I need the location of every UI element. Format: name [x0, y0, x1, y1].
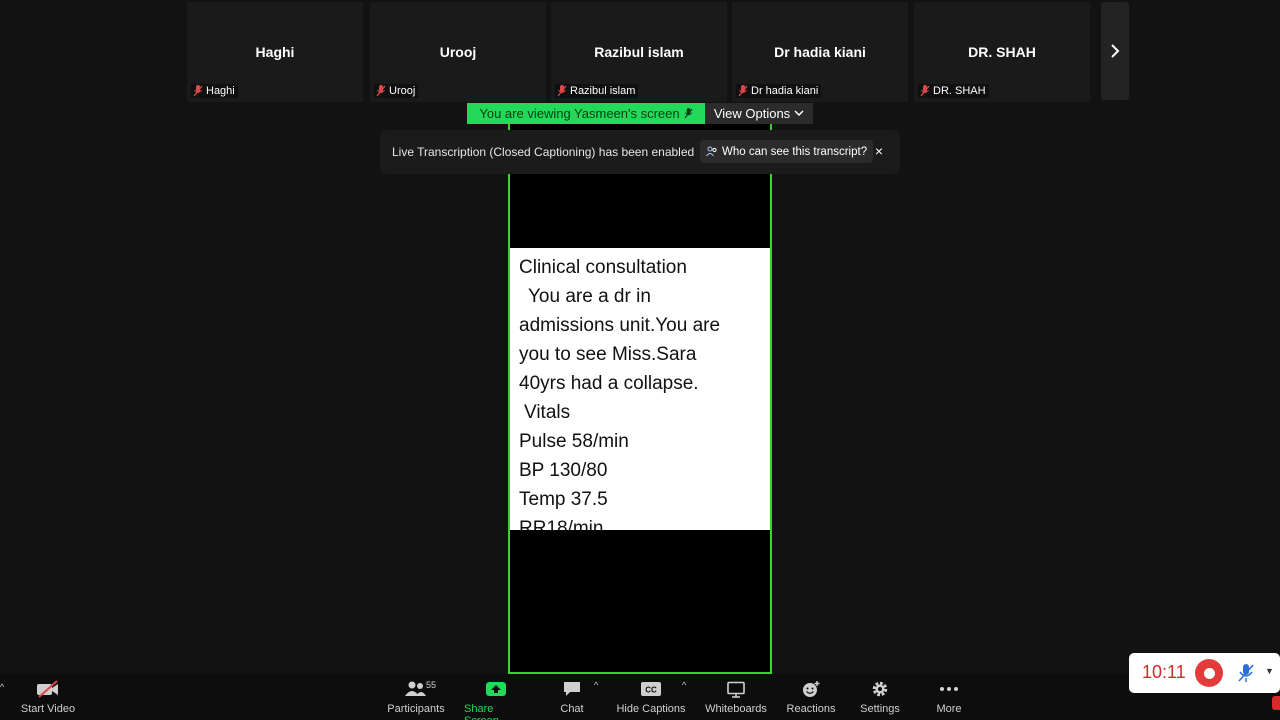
people-icon [706, 146, 717, 157]
participant-tile-haghi[interactable]: Haghi Haghi [187, 2, 363, 102]
participant-name: Razibul islam [594, 44, 684, 60]
participant-label: Haghi [191, 84, 238, 98]
record-button[interactable] [1195, 659, 1223, 687]
participant-label: Urooj [374, 84, 419, 98]
whiteboards-button[interactable]: Whiteboards [704, 678, 768, 715]
shared-document: Clinical consultation You are a dr in ad… [510, 248, 770, 530]
video-off-icon [37, 680, 58, 698]
doc-line: Vitals [524, 402, 571, 423]
captions-icon: CC [641, 682, 661, 696]
shared-screen: Clinical consultation You are a dr in ad… [508, 122, 772, 674]
doc-line: Temp 37.5 [519, 489, 608, 510]
mic-muted-icon [920, 85, 930, 97]
doc-line: Pulse 58/min [519, 431, 629, 452]
mic-muted-icon [738, 85, 748, 97]
viewing-screen-banner: You are viewing Yasmeen's screen [467, 103, 705, 124]
close-notification-button[interactable]: × [870, 142, 888, 160]
chevron-down-icon [794, 110, 804, 117]
doc-line: admissions unit.You are [519, 315, 721, 336]
participant-tile-urooj[interactable]: Urooj Urooj [370, 2, 546, 102]
participants-label: Participants [387, 703, 445, 715]
share-screen-icon [486, 682, 506, 696]
participant-name: DR. SHAH [968, 44, 1036, 60]
recording-widget: 10:11 ▼ [1129, 653, 1280, 693]
participant-tile-shah[interactable]: DR. SHAH DR. SHAH [914, 2, 1090, 102]
participant-label: Razibul islam [555, 84, 639, 98]
chevron-up-icon[interactable]: ^ [682, 680, 686, 690]
participant-tile-hadia[interactable]: Dr hadia kiani Dr hadia kiani [732, 2, 908, 102]
participant-name: Urooj [439, 44, 477, 60]
view-options-button[interactable]: View Options [705, 103, 813, 124]
settings-button[interactable]: Settings [858, 678, 902, 715]
mic-muted-icon [376, 85, 386, 97]
more-dots-icon [940, 687, 958, 691]
mic-muted-icon [193, 85, 203, 97]
participant-label-text: Dr hadia kiani [751, 85, 819, 97]
participant-name: Dr hadia kiani [774, 44, 866, 60]
doc-line: 40yrs had a collapse. [519, 373, 699, 394]
chat-button[interactable]: Chat [556, 678, 588, 715]
who-can-see-transcript-button[interactable]: Who can see this transcript? [700, 140, 874, 163]
participants-count: 55 [426, 680, 437, 690]
recording-timer: 10:11 [1142, 662, 1186, 682]
reactions-button[interactable]: Reactions [786, 678, 836, 715]
chat-label: Chat [560, 703, 584, 715]
more-label: More [936, 703, 962, 715]
gear-icon [872, 681, 888, 697]
participant-label: DR. SHAH [918, 84, 989, 98]
doc-line: Clinical consultation [519, 257, 687, 278]
meeting-toolbar: ^ Start Video Participants 55 Share Scre… [0, 674, 1280, 720]
viewing-text: You are viewing Yasmeen's screen [479, 106, 680, 121]
chat-icon [564, 682, 580, 696]
close-icon: × [874, 143, 884, 159]
hide-captions-label: Hide Captions [616, 703, 686, 715]
participants-icon [405, 681, 426, 696]
view-options-label: View Options [713, 106, 791, 121]
doc-line: RR18/min [519, 518, 604, 530]
who-can-see-label: Who can see this transcript? [722, 145, 868, 158]
participant-name: Haghi [255, 44, 295, 60]
participant-tile-razibul[interactable]: Razibul islam Razibul islam [551, 2, 727, 102]
chevron-up-icon[interactable]: ^ [594, 680, 598, 690]
doc-line: You are a dr in [528, 286, 651, 307]
settings-label: Settings [860, 703, 900, 715]
participant-label-text: DR. SHAH [933, 85, 986, 97]
transcription-message: Live Transcription (Closed Captioning) h… [392, 145, 695, 159]
svg-text:CC: CC [645, 686, 657, 695]
participant-label-text: Haghi [206, 85, 235, 97]
participant-label-text: Urooj [389, 85, 416, 97]
start-video-label: Start Video [20, 703, 76, 715]
caret-down-icon[interactable]: ▼ [1265, 666, 1274, 676]
start-video-button[interactable]: Start Video [20, 678, 76, 715]
doc-line: BP 130/80 [519, 460, 608, 481]
whiteboards-label: Whiteboards [705, 703, 767, 715]
participant-label-text: Razibul islam [570, 85, 636, 97]
reactions-label: Reactions [786, 703, 836, 715]
hide-captions-button[interactable]: CC Hide Captions [616, 678, 686, 715]
recording-indicator [1272, 696, 1280, 710]
whiteboard-icon [727, 681, 745, 698]
mic-muted-icon [684, 108, 693, 119]
chevron-right-icon [1111, 44, 1120, 58]
meeting-window: Haghi Haghi Urooj Urooj Razibul islam Ra… [0, 0, 1280, 720]
doc-line: you to see Miss.Sara [519, 344, 697, 365]
transcription-notification: Live Transcription (Closed Captioning) h… [380, 130, 900, 174]
chevron-up-icon[interactable]: ^ [0, 682, 4, 692]
next-participants-button[interactable] [1101, 2, 1129, 100]
share-screen-label: Share Screen [464, 703, 499, 720]
mic-muted-icon [557, 85, 567, 97]
participant-label: Dr hadia kiani [736, 84, 822, 98]
share-screen-button[interactable]: Share Screen [464, 678, 528, 720]
participants-button[interactable]: Participants [386, 678, 446, 715]
mic-muted-icon[interactable] [1237, 663, 1255, 683]
reactions-icon [803, 681, 820, 697]
more-button[interactable]: More [934, 678, 964, 715]
